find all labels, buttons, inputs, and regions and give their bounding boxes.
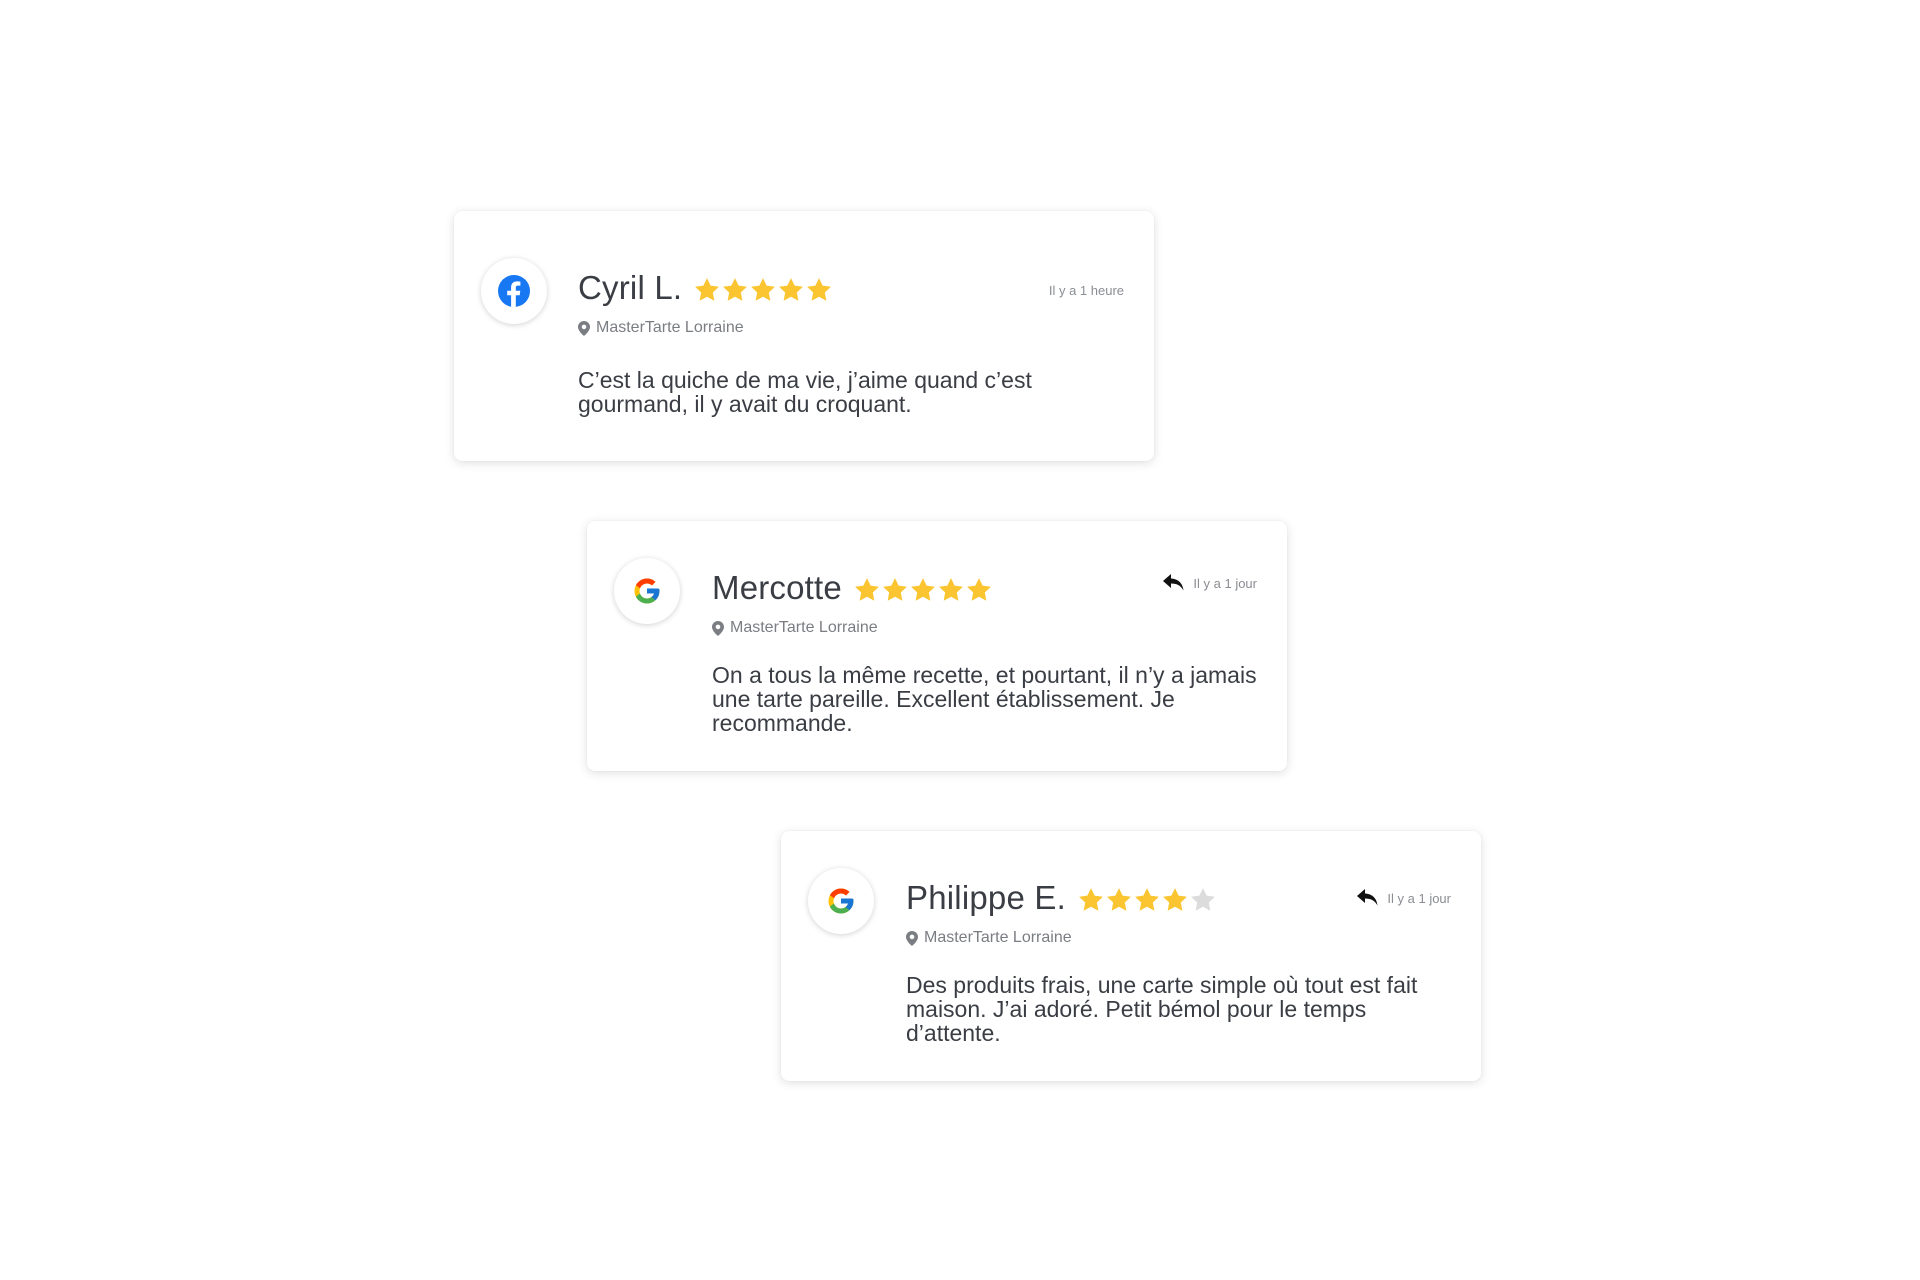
- star-filled-icon: [779, 277, 804, 301]
- review-text: On a tous la même recette, et pourtant, …: [712, 662, 1257, 736]
- star-empty-icon: [1191, 887, 1215, 911]
- timestamp: Il y a 1 jour: [1193, 575, 1257, 591]
- review-card: Philippe E. MasterTarte Lorraine Des pro…: [781, 831, 1481, 1081]
- review-text: Des produits frais, une carte simple où …: [906, 972, 1418, 1046]
- star-filled-icon: [855, 577, 879, 601]
- star-rating: [693, 276, 833, 304]
- review-meta: Il y a 1 jour: [1161, 572, 1257, 594]
- review-card: Mercotte MasterTarte Lorraine On a tous …: [587, 521, 1287, 771]
- reviews-canvas: Cyril L. MasterTarte Lorraine C’est la q…: [0, 0, 1920, 1280]
- location-pin-icon: [906, 930, 918, 946]
- timestamp: Il y a 1 heure: [1048, 283, 1124, 298]
- star-filled-icon: [911, 577, 935, 601]
- star-filled-icon: [1135, 887, 1159, 911]
- star-filled-icon: [883, 577, 907, 601]
- reviewer-name: Philippe E.: [906, 879, 1066, 916]
- location-pin-icon: [578, 320, 590, 336]
- location-label: MasterTarte Lorraine: [924, 929, 1072, 946]
- star-filled-icon: [1079, 887, 1103, 911]
- star-rating: [1077, 886, 1217, 914]
- location-pin-icon: [712, 620, 724, 636]
- review-body: Cyril L. MasterTarte Lorraine C’est la q…: [578, 268, 1124, 416]
- timestamp: Il y a 1 jour: [1387, 890, 1451, 906]
- location-label: MasterTarte Lorraine: [596, 319, 744, 336]
- star-filled-icon: [751, 277, 776, 301]
- star-filled-icon: [695, 277, 720, 301]
- star-filled-icon: [1163, 887, 1187, 911]
- star-filled-icon: [939, 577, 963, 601]
- star-rating: [853, 576, 993, 604]
- review-text: C’est la quiche de ma vie, j’aime quand …: [578, 367, 1032, 417]
- star-filled-icon: [807, 277, 832, 301]
- reviewer-name: Mercotte: [712, 569, 842, 606]
- facebook-icon: [481, 258, 547, 324]
- review-meta: Il y a 1 jour: [1355, 887, 1451, 909]
- star-filled-icon: [723, 277, 748, 301]
- star-filled-icon: [967, 577, 991, 601]
- reply-icon[interactable]: [1161, 572, 1187, 594]
- google-icon: [614, 558, 680, 624]
- star-filled-icon: [1107, 887, 1131, 911]
- reply-icon[interactable]: [1355, 887, 1381, 909]
- review-meta: Il y a 1 heure: [1049, 283, 1124, 298]
- google-icon: [808, 868, 874, 934]
- location-label: MasterTarte Lorraine: [730, 619, 878, 636]
- review-card: Cyril L. MasterTarte Lorraine C’est la q…: [454, 211, 1154, 461]
- reviewer-name: Cyril L.: [578, 269, 683, 306]
